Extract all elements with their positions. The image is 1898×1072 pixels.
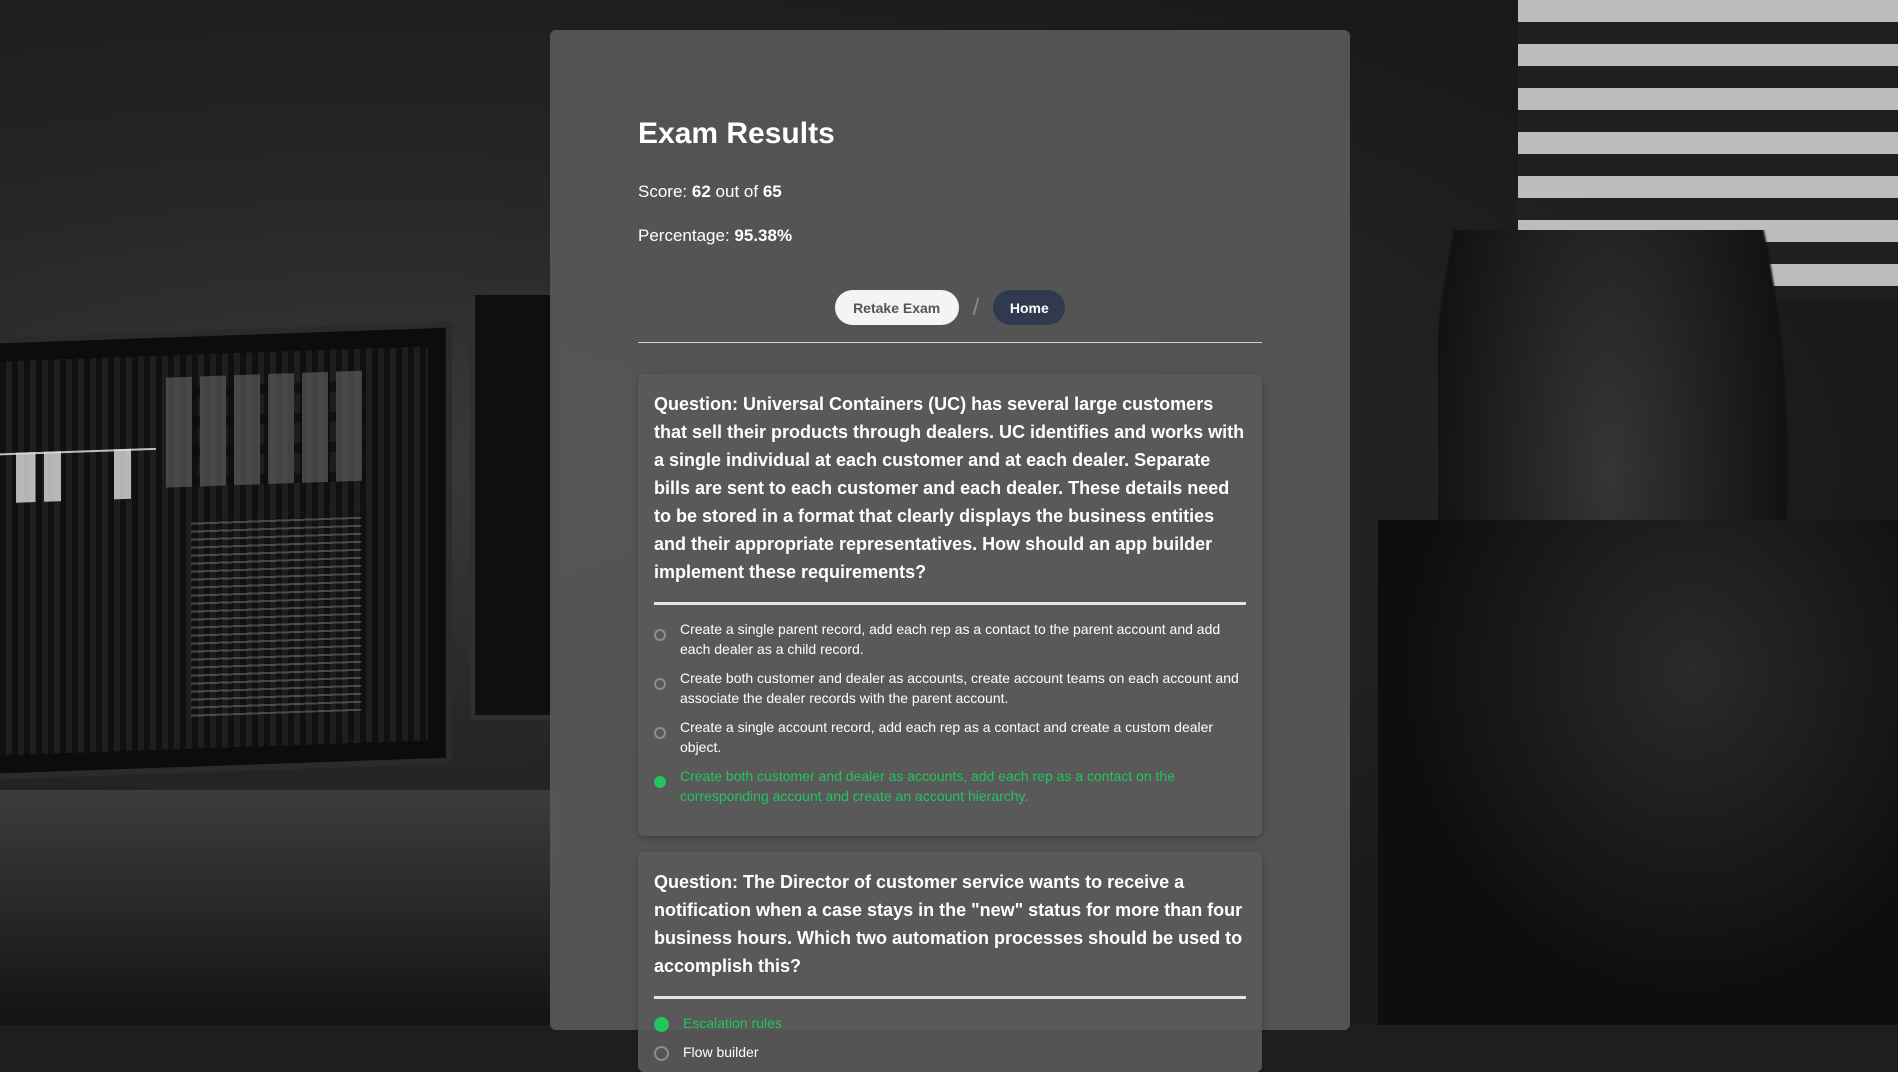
answer-option-selected[interactable]: Escalation rules [654, 1013, 1246, 1033]
question-body: Universal Containers (UC) has several la… [654, 394, 1245, 582]
answer-option[interactable]: Create both customer and dealer as accou… [654, 668, 1246, 708]
radio-button[interactable] [654, 629, 666, 641]
answer-option[interactable]: Create a single parent record, add each … [654, 619, 1246, 659]
percentage-line: Percentage: 95.38% [638, 226, 792, 246]
question-text: Question: The Director of customer servi… [654, 868, 1246, 980]
score-label: Score: [638, 182, 688, 201]
percentage-label: Percentage: [638, 226, 730, 245]
option-text: Flow builder [683, 1044, 759, 1060]
question-divider [654, 996, 1246, 999]
option-text: Create both customer and dealer as accou… [680, 768, 1175, 804]
radio-button-selected[interactable] [654, 776, 666, 788]
question-label: Question: [654, 872, 738, 892]
percentage-value: 95.38% [734, 226, 793, 245]
question-label: Question: [654, 394, 738, 414]
question-card: Question: The Director of customer servi… [638, 852, 1262, 1072]
option-text: Create a single parent record, add each … [680, 621, 1221, 657]
section-divider [638, 342, 1262, 343]
answer-option[interactable]: Flow builder [654, 1042, 1246, 1062]
question-body: The Director of customer service wants t… [654, 872, 1243, 976]
option-text: Create both customer and dealer as accou… [680, 670, 1239, 706]
radio-button[interactable] [654, 727, 666, 739]
score-total: 65 [762, 182, 782, 201]
result-actions: Retake Exam / Home [550, 290, 1350, 325]
actions-separator: / [972, 293, 980, 321]
option-text: Escalation rules [683, 1015, 782, 1031]
background-monitor [0, 321, 452, 781]
answer-option-selected[interactable]: Create both customer and dealer as accou… [654, 766, 1246, 806]
question-card: Question: Universal Containers (UC) has … [638, 374, 1262, 836]
question-divider [654, 602, 1246, 605]
page-title: Exam Results [638, 117, 835, 150]
score-value: 62 [691, 182, 711, 201]
home-button[interactable]: Home [993, 290, 1066, 325]
radio-button[interactable] [654, 1046, 669, 1061]
question-text: Question: Universal Containers (UC) has … [654, 390, 1246, 586]
radio-button[interactable] [654, 678, 666, 690]
retake-exam-button[interactable]: Retake Exam [834, 290, 959, 325]
answer-option[interactable]: Create a single account record, add each… [654, 717, 1246, 757]
score-of: out of [715, 182, 759, 201]
option-text: Create a single account record, add each… [680, 719, 1214, 755]
score-line: Score: 62 out of 65 [638, 182, 782, 202]
